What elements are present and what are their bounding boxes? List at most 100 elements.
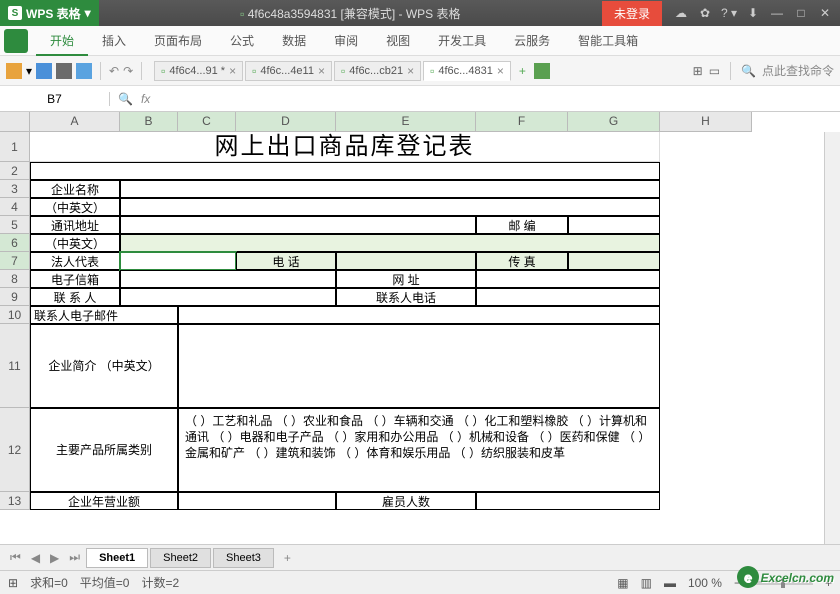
row-header[interactable]: 7	[0, 252, 30, 270]
row-header[interactable]: 12	[0, 408, 30, 492]
menu-tab[interactable]: 公式	[216, 28, 268, 54]
document-tab[interactable]: ▫ 4f6c4...91 * ×	[154, 61, 243, 81]
open-icon[interactable]	[6, 63, 22, 79]
cell[interactable]	[178, 324, 660, 408]
sheet-nav-first-icon[interactable]: ⏮	[6, 550, 25, 565]
menu-tab[interactable]: 页面布局	[140, 28, 216, 54]
zoom-level[interactable]: 100 %	[688, 576, 722, 590]
cell[interactable]: 传 真	[476, 252, 568, 270]
cloud-icon[interactable]: ☁	[670, 6, 692, 20]
print-icon[interactable]	[56, 63, 72, 79]
cell[interactable]	[476, 288, 660, 306]
help-icon[interactable]: ? ▾	[718, 6, 740, 20]
cell[interactable]: 法人代表	[30, 252, 120, 270]
menu-tab[interactable]: 开始	[36, 28, 88, 56]
cell[interactable]: 主要产品所属类别	[30, 408, 178, 492]
sheet-nav-last-icon[interactable]: ⏭	[65, 550, 84, 565]
menu-tab[interactable]: 数据	[268, 28, 320, 54]
maximize-button[interactable]: □	[790, 6, 812, 20]
row-header[interactable]: 11	[0, 324, 30, 408]
cell[interactable]: 电子信箱	[30, 270, 120, 288]
cell[interactable]: （中英文）	[30, 198, 120, 216]
tool-icon-2[interactable]: ▭	[709, 64, 720, 78]
column-header[interactable]: A	[30, 112, 120, 132]
document-tab[interactable]: ▫ 4f6c...4831 ×	[423, 61, 511, 81]
cell[interactable]: 雇员人数	[336, 492, 476, 510]
cell[interactable]	[178, 306, 660, 324]
menu-tab[interactable]: 开发工具	[424, 28, 500, 54]
cell[interactable]	[120, 270, 336, 288]
search-text[interactable]: 点此查找命令	[762, 62, 834, 79]
cell[interactable]	[178, 492, 336, 510]
skin-icon[interactable]: ✿	[694, 6, 716, 20]
preview-icon[interactable]	[76, 63, 92, 79]
menu-tab[interactable]: 智能工具箱	[564, 28, 652, 54]
cell[interactable]: 企业简介 （中英文）	[30, 324, 178, 408]
cell[interactable]	[120, 198, 660, 216]
cell[interactable]	[120, 216, 476, 234]
cell[interactable]	[120, 234, 660, 252]
column-header[interactable]: F	[476, 112, 568, 132]
cell[interactable]: 联系人电子邮件	[30, 306, 178, 324]
cell[interactable]	[30, 162, 660, 180]
undo-icon[interactable]: ↶	[109, 64, 119, 78]
sheet-nav-next-icon[interactable]: ▶	[46, 551, 63, 565]
fx-search-icon[interactable]: 🔍	[118, 92, 133, 106]
sheet-tab[interactable]: Sheet3	[213, 548, 274, 568]
download-icon[interactable]: ⬇	[742, 6, 764, 20]
save-icon[interactable]	[36, 63, 52, 79]
cell[interactable]	[120, 252, 236, 270]
row-header[interactable]: 8	[0, 270, 30, 288]
cell[interactable]: 邮 编	[476, 216, 568, 234]
cell[interactable]	[568, 252, 660, 270]
login-button[interactable]: 未登录	[602, 1, 662, 26]
view-break-icon[interactable]: ▬	[664, 576, 676, 590]
name-box[interactable]: B7	[0, 92, 110, 106]
cell[interactable]	[476, 270, 660, 288]
cell[interactable]	[120, 180, 660, 198]
close-button[interactable]: ✕	[814, 6, 836, 20]
cell[interactable]	[120, 288, 336, 306]
cell[interactable]	[568, 216, 660, 234]
row-header[interactable]: 10	[0, 306, 30, 324]
cell[interactable]: 通讯地址	[30, 216, 120, 234]
open-dropdown-icon[interactable]: ▾	[26, 64, 32, 78]
cell[interactable]: 联系人电话	[336, 288, 476, 306]
cell[interactable]: 企业名称	[30, 180, 120, 198]
row-header[interactable]: 3	[0, 180, 30, 198]
cell[interactable]: （中英文）	[30, 234, 120, 252]
view-normal-icon[interactable]: ▦	[617, 576, 628, 590]
cell[interactable]: 联 系 人	[30, 288, 120, 306]
document-tab[interactable]: ▫ 4f6c...4e11 ×	[245, 61, 332, 81]
menu-tab[interactable]: 云服务	[500, 28, 564, 54]
menu-tab[interactable]: 审阅	[320, 28, 372, 54]
workspace-icon[interactable]	[534, 63, 550, 79]
row-header[interactable]: 5	[0, 216, 30, 234]
menu-tab[interactable]: 插入	[88, 28, 140, 54]
status-layout-icon[interactable]: ⊞	[8, 576, 18, 590]
cell[interactable]	[336, 252, 476, 270]
column-header[interactable]: D	[236, 112, 336, 132]
close-tab-icon[interactable]: ×	[497, 64, 504, 78]
row-header[interactable]: 6	[0, 234, 30, 252]
search-icon[interactable]: 🔍	[741, 64, 756, 78]
column-header[interactable]: B	[120, 112, 178, 132]
new-tab-icon[interactable]: +	[519, 64, 526, 78]
vertical-scrollbar[interactable]	[824, 132, 840, 544]
close-tab-icon[interactable]: ×	[229, 64, 236, 78]
row-header[interactable]: 13	[0, 492, 30, 510]
row-header[interactable]: 9	[0, 288, 30, 306]
close-tab-icon[interactable]: ×	[407, 64, 414, 78]
column-header[interactable]: G	[568, 112, 660, 132]
row-header[interactable]: 2	[0, 162, 30, 180]
view-page-icon[interactable]: ▥	[641, 576, 652, 590]
wps-logo-icon[interactable]	[4, 29, 28, 53]
tool-icon-1[interactable]: ⊞	[693, 64, 703, 78]
cell[interactable]: 网 址	[336, 270, 476, 288]
sheet-nav-prev-icon[interactable]: ◀	[27, 551, 44, 565]
row-header[interactable]: 4	[0, 198, 30, 216]
minimize-button[interactable]: —	[766, 6, 788, 20]
document-tab[interactable]: ▫ 4f6c...cb21 ×	[334, 61, 421, 81]
sheet-tab[interactable]: Sheet1	[86, 548, 148, 568]
add-sheet-icon[interactable]: +	[276, 551, 299, 565]
